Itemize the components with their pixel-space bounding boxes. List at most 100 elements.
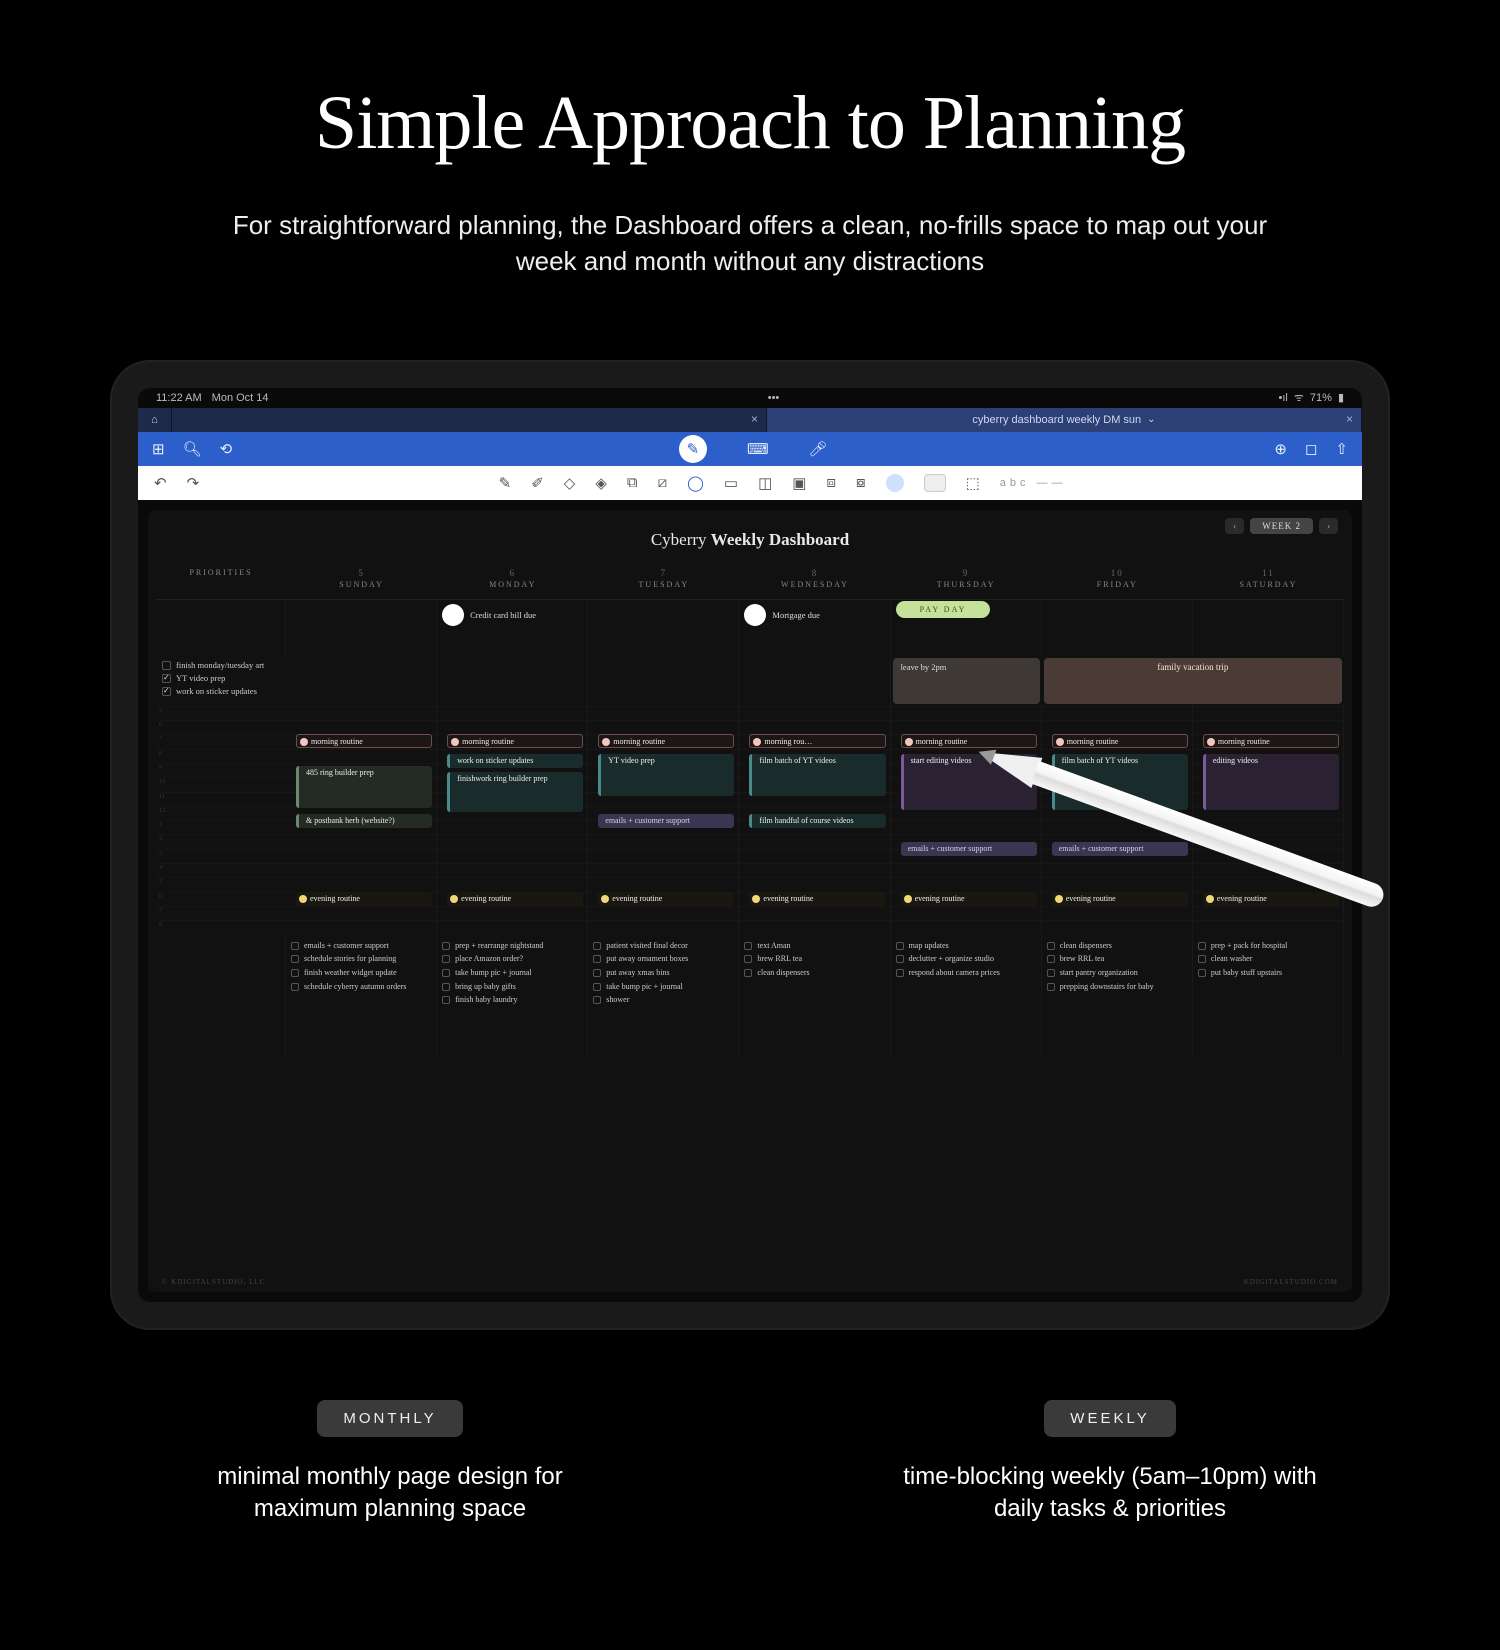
view-icon[interactable] xyxy=(924,474,946,492)
tab-right[interactable]: cyberry dashboard weekly DM sun ⌄ × xyxy=(767,408,1362,432)
evening-block[interactable]: evening routine xyxy=(598,892,734,906)
bookmark-icon[interactable]: ◻ xyxy=(1305,440,1317,458)
day-body-mon[interactable]: morning routine work on sticker updates … xyxy=(437,706,588,936)
tasks-mon[interactable]: prep + rearrange nightstand place Amazon… xyxy=(437,936,588,1056)
redo-icon[interactable]: ↷ xyxy=(187,474,200,492)
pen-icon[interactable]: ✎ xyxy=(499,474,512,492)
top-event-tue[interactable] xyxy=(588,600,739,656)
evening-block[interactable]: evening routine xyxy=(447,892,583,906)
morning-block[interactable]: morning routine xyxy=(296,734,432,748)
top-event-mon[interactable]: Credit card bill due xyxy=(437,600,588,656)
textbox-icon[interactable]: ▭ xyxy=(724,474,738,492)
strip-sun[interactable] xyxy=(286,656,437,706)
day-header-tue[interactable]: 7TUESDAY xyxy=(588,564,739,600)
work-block[interactable]: film batch of YT videos xyxy=(1052,754,1188,810)
evening-block[interactable]: evening routine xyxy=(901,892,1037,906)
day-header-wed[interactable]: 8WEDNESDAY xyxy=(739,564,890,600)
close-icon[interactable]: × xyxy=(1346,412,1353,426)
highlighter-icon[interactable]: ◈ xyxy=(595,474,607,492)
chevron-down-icon[interactable]: ⌄ xyxy=(1147,414,1155,425)
top-event-sat[interactable] xyxy=(1193,600,1344,656)
search-icon[interactable]: 🔍︎ xyxy=(183,440,202,458)
share-icon[interactable]: ⇧ xyxy=(1335,440,1348,458)
mic-icon[interactable]: 🎤︎ xyxy=(809,440,828,458)
home-icon[interactable]: ⌂ xyxy=(138,408,172,432)
tasks-fri[interactable]: clean dispensers brew RRL tea start pant… xyxy=(1042,936,1193,1056)
elements-icon[interactable]: ⧇ xyxy=(856,474,866,491)
undo-icon[interactable]: ↶ xyxy=(154,474,167,492)
evening-block[interactable]: evening routine xyxy=(1203,892,1339,906)
work-block[interactable]: & postbank herb (website?) xyxy=(296,814,432,828)
ruler-icon[interactable]: ⧄ xyxy=(658,474,668,491)
top-event-sun[interactable] xyxy=(286,600,437,656)
image-icon[interactable]: ▣ xyxy=(792,474,806,492)
day-body-wed[interactable]: morning rou… film batch of YT videos fil… xyxy=(739,706,890,936)
status-dots[interactable]: ••• xyxy=(768,392,780,404)
leave-strip[interactable]: leave by 2pm xyxy=(893,658,1040,704)
morning-block[interactable]: morning routine xyxy=(901,734,1037,748)
day-body-tue[interactable]: morning routine YT video prep emails + c… xyxy=(588,706,739,936)
work-block[interactable]: start editing videos xyxy=(901,754,1037,810)
evening-block[interactable]: evening routine xyxy=(749,892,885,906)
select-rect-icon[interactable]: ⬚ xyxy=(966,474,980,492)
priorities-list[interactable]: finish monday/tuesday art YT video prep … xyxy=(156,656,286,706)
day-header-mon[interactable]: 6MONDAY xyxy=(437,564,588,600)
close-icon[interactable]: × xyxy=(751,412,758,426)
day-body-sat[interactable]: morning routine editing videos evening r… xyxy=(1193,706,1344,936)
morning-block[interactable]: morning rou… xyxy=(749,734,885,748)
pencil-tool-icon[interactable]: ✐ xyxy=(531,474,544,492)
tab-left[interactable]: × xyxy=(172,408,767,432)
planner-canvas[interactable]: ‹ WEEK 2 › Cyberry Weekly Dashboard PRIO… xyxy=(148,510,1352,1292)
work-block[interactable]: YT video prep xyxy=(598,754,734,796)
lasso-icon[interactable]: ◯ xyxy=(687,474,704,492)
work-block[interactable]: 485 ring builder prep xyxy=(296,766,432,808)
morning-block[interactable]: morning routine xyxy=(598,734,734,748)
day-header-sun[interactable]: 5SUNDAY xyxy=(286,564,437,600)
tasks-thu[interactable]: map updates declutter + organize studio … xyxy=(891,936,1042,1056)
day-header-fri[interactable]: 10FRIDAY xyxy=(1042,564,1193,600)
evening-block[interactable]: evening routine xyxy=(296,892,432,906)
monthly-text: minimal monthly page design for maximum … xyxy=(180,1461,600,1526)
day-header-thu[interactable]: 9THURSDAY xyxy=(891,564,1042,600)
keyboard-icon[interactable]: ⌨ xyxy=(747,440,769,458)
day-body-sun[interactable]: morning routine 485 ring builder prep & … xyxy=(286,706,437,936)
evening-block[interactable]: evening routine xyxy=(1052,892,1188,906)
morning-block[interactable]: morning routine xyxy=(447,734,583,748)
day-header-sat[interactable]: 11SATURDAY xyxy=(1193,564,1344,600)
emails-block[interactable]: emails + customer support xyxy=(1052,842,1188,856)
week-label[interactable]: WEEK 2 xyxy=(1250,518,1313,534)
top-event-fri[interactable] xyxy=(1042,600,1193,656)
work-block[interactable]: film handful of course videos xyxy=(749,814,885,828)
emails-block[interactable]: emails + customer support xyxy=(598,814,734,828)
work-block[interactable]: finishwork ring builder prep xyxy=(447,772,583,812)
pen-mode-icon[interactable]: ✎ xyxy=(679,435,707,463)
sticky-icon[interactable]: ◫ xyxy=(758,474,772,492)
strip-mon[interactable] xyxy=(437,656,588,706)
day-body-thu[interactable]: morning routine start editing videos ema… xyxy=(891,706,1042,936)
morning-block[interactable]: morning routine xyxy=(1203,734,1339,748)
emails-block[interactable]: emails + customer support xyxy=(901,842,1037,856)
color-dot[interactable] xyxy=(886,474,904,492)
grid-icon[interactable]: ⊞ xyxy=(152,440,165,458)
tasks-wed[interactable]: text Aman brew RRL tea clean dispensers xyxy=(739,936,890,1056)
shape-link-icon[interactable]: ⧉ xyxy=(627,474,638,491)
next-week-button[interactable]: › xyxy=(1319,518,1338,534)
add-page-icon[interactable]: ⊕ xyxy=(1274,440,1287,458)
tasks-tue[interactable]: patient visited final decor put away orn… xyxy=(588,936,739,1056)
link-icon[interactable]: ⧈ xyxy=(826,474,836,491)
work-block[interactable]: editing videos xyxy=(1203,754,1339,810)
prev-week-button[interactable]: ‹ xyxy=(1225,518,1244,534)
day-body-fri[interactable]: morning routine film batch of YT videos … xyxy=(1042,706,1193,936)
morning-block[interactable]: morning routine xyxy=(1052,734,1188,748)
tasks-sat[interactable]: prep + pack for hospital clean washer pu… xyxy=(1193,936,1344,1056)
vacation-strip[interactable]: family vacation trip xyxy=(1044,658,1342,704)
strip-tue[interactable] xyxy=(588,656,739,706)
work-block[interactable]: work on sticker updates xyxy=(447,754,583,768)
lasso-nav-icon[interactable]: ⟲ xyxy=(220,440,233,458)
strip-wed[interactable] xyxy=(739,656,890,706)
tasks-sun[interactable]: emails + customer support schedule stori… xyxy=(286,936,437,1056)
eraser-icon[interactable]: ◇ xyxy=(564,474,576,492)
work-block[interactable]: film batch of YT videos xyxy=(749,754,885,796)
top-event-wed[interactable]: Mortgage due xyxy=(739,600,890,656)
top-event-thu[interactable]: PAY DAY xyxy=(891,600,1042,656)
